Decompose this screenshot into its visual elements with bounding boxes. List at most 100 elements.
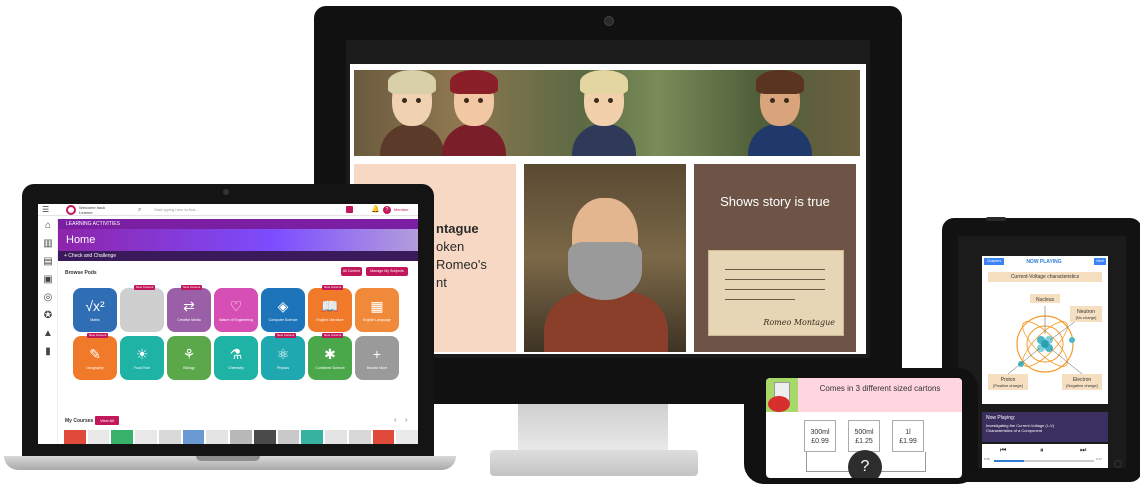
pod-tile[interactable]: ⚛ Physics New Content [261, 333, 305, 380]
old-man-illustration [524, 164, 686, 352]
home-icon[interactable]: ⌂ [42, 220, 54, 232]
nucleus-label: Nucleus [1036, 297, 1055, 303]
next-icon[interactable]: ⏭ [1080, 447, 1086, 455]
progress-bar[interactable] [994, 460, 1094, 462]
pod-icon: ⚗ [229, 346, 243, 362]
grad-cap-icon[interactable]: ▲ [42, 328, 54, 340]
search-input[interactable]: Start typing here to find... [146, 206, 326, 214]
video-card: Chapters NOW PLAYING Next Current-Voltag… [982, 256, 1108, 404]
pods-grid: √x² Maths New Content ⇄ Creative Media New Co… [73, 285, 408, 384]
pod-icon: ✱ [324, 346, 336, 362]
calculator-icon[interactable]: ▣ [42, 274, 54, 286]
chapters-button[interactable]: Chapters [984, 258, 1004, 265]
pod-tile[interactable]: 📖 English Literature New Content [308, 285, 352, 332]
pod-tile[interactable]: ♡ Nature of Engineering [214, 288, 258, 332]
course-thumbnail[interactable] [64, 430, 86, 444]
video-header: Chapters NOW PLAYING Next [982, 256, 1108, 268]
pod-icon: ♡ [229, 298, 243, 314]
notifications-button[interactable] [346, 206, 353, 213]
pod-tile[interactable]: ▦ English Language [355, 288, 399, 332]
time-total: 3:17 [1096, 457, 1102, 461]
new-content-badge: New Content [181, 285, 203, 290]
size-option[interactable]: 300ml £0.99 [804, 420, 836, 452]
stats-icon[interactable]: ▥ [42, 238, 54, 250]
award-icon[interactable]: ✪ [42, 310, 54, 322]
previous-icon[interactable]: ⏮ [1000, 447, 1006, 455]
my-courses-heading: My Courses [65, 418, 94, 424]
course-nav-arrows[interactable]: ‹ › [394, 415, 411, 424]
notes-icon[interactable]: ▤ [42, 256, 54, 268]
story-line: oken [436, 239, 465, 254]
welcome-text: Welcome back Learner [79, 205, 105, 215]
story-text: ntague oken Romeo's nt [436, 220, 516, 292]
all-content-button[interactable]: All Content [341, 267, 362, 276]
size-price: £1.99 [899, 438, 917, 445]
pod-label: Maths [90, 318, 100, 322]
manage-subjects-button[interactable]: Manage My Subjects [366, 267, 408, 276]
pod-icon: ◈ [277, 298, 289, 314]
pod-icon: ☀ [135, 346, 149, 362]
pod-label: Computer Science [268, 318, 298, 322]
course-thumbnail[interactable] [396, 430, 418, 444]
atom-diagram: Nucleus Neutron [No charge] Proton [Posi… [988, 294, 1102, 390]
pod-tile[interactable]: √x² Maths [73, 288, 117, 332]
laptop-screen: ☰ Welcome back Learner ⌕ Start typing he… [38, 204, 418, 444]
phone: Comes in 3 different sized cartons 300ml… [744, 368, 978, 484]
pod-tile[interactable]: + Browse More [355, 336, 399, 380]
pod-tile[interactable]: ◈ Computer Science [261, 288, 305, 332]
pod-tile[interactable]: ✎ Geography New Content [73, 333, 117, 380]
camera-icon[interactable]: ◎ [42, 292, 54, 304]
menu-icon[interactable]: ☰ [42, 206, 52, 214]
tablet-home-button[interactable] [1114, 460, 1122, 468]
new-content-badge: New Content [87, 333, 109, 338]
story-name: ntague [436, 221, 479, 236]
view-all-button[interactable]: View All [95, 416, 119, 425]
pod-icon: + [372, 346, 382, 362]
breadcrumb[interactable]: LEARNING ACTIVITIES [58, 219, 418, 229]
pod-tile[interactable]: ⚘ Biology [167, 336, 211, 380]
bell-icon[interactable]: 🔔 [371, 205, 380, 213]
laptop: ☰ Welcome back Learner ⌕ Start typing he… [22, 184, 434, 458]
course-thumbnail[interactable] [206, 430, 229, 444]
course-thumbnail[interactable] [325, 430, 347, 444]
course-thumbnail[interactable] [253, 430, 276, 444]
next-button[interactable]: Next [1094, 258, 1106, 265]
pod-tile[interactable]: New Content [120, 285, 164, 332]
course-carousel [64, 430, 418, 444]
course-thumbnail[interactable] [348, 430, 371, 444]
monitor-stand [518, 404, 668, 456]
question-button[interactable]: ? [848, 450, 882, 478]
pod-tile[interactable]: ⚗ Chemistry [214, 336, 258, 380]
pod-tile[interactable]: ☀ Food Tech [120, 336, 164, 380]
course-thumbnail[interactable] [135, 430, 157, 444]
browse-pods-heading: Browse Pods [65, 270, 97, 276]
size-option[interactable]: 1l £1.99 [892, 420, 924, 452]
course-thumbnail[interactable] [277, 430, 300, 444]
chart-icon[interactable]: ▮ [42, 346, 54, 358]
help-icon[interactable]: ? [383, 206, 391, 214]
member-link[interactable]: Member [394, 207, 409, 212]
check-and-challenge-link[interactable]: + Check and Challenge [58, 251, 418, 261]
pause-icon[interactable]: ⏸ [1040, 447, 1044, 455]
course-thumbnail[interactable] [230, 430, 252, 444]
pod-icon: √x² [85, 298, 105, 314]
welcome-subline: Learner [79, 210, 93, 215]
course-thumbnail[interactable] [111, 430, 134, 444]
character-portrait [442, 70, 506, 156]
course-thumbnail[interactable] [372, 430, 395, 444]
course-thumbnail[interactable] [158, 430, 181, 444]
course-thumbnail[interactable] [182, 430, 205, 444]
app-logo[interactable] [66, 205, 76, 215]
course-thumbnail[interactable] [87, 430, 110, 444]
pod-tile[interactable]: ✱ Combined Science New Content [308, 333, 352, 380]
new-content-badge: New Content [322, 333, 344, 338]
letter-image: Romeo Montague [708, 250, 844, 336]
size-option[interactable]: 500ml £1.25 [848, 420, 880, 452]
evidence-panel: Shows story is true Romeo Montague [694, 164, 856, 352]
pod-icon: ▦ [370, 298, 384, 314]
diagram-title: Current-Voltage characteristics [988, 272, 1102, 282]
now-playing-line: Characteristics of a Component [986, 428, 1043, 433]
pod-tile[interactable]: ⇄ Creative Media New Content [167, 285, 211, 332]
pod-icon: ⚘ [182, 346, 196, 362]
course-thumbnail[interactable] [301, 430, 324, 444]
